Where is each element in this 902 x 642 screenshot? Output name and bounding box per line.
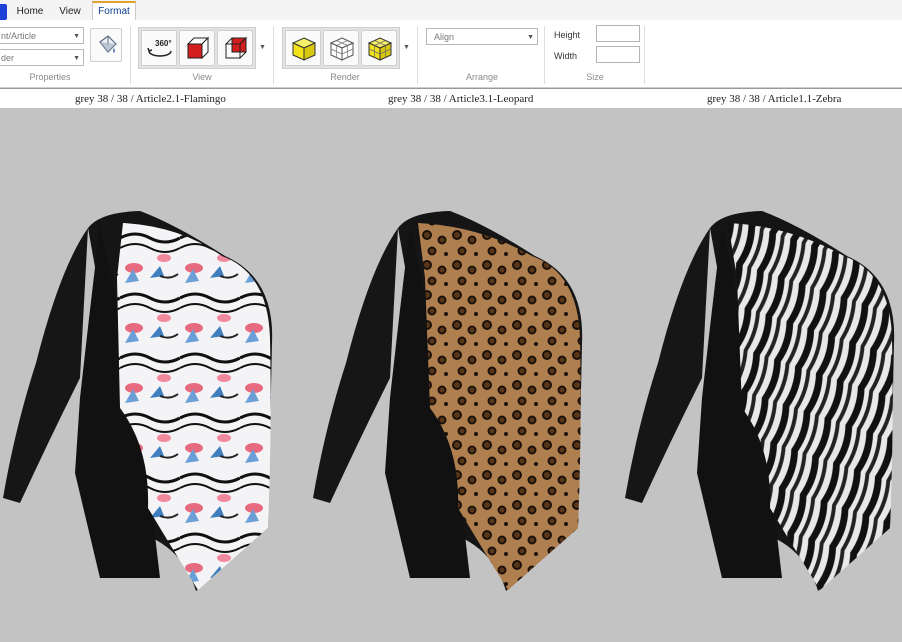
height-input[interactable] [596, 25, 640, 42]
render-more-dropdown[interactable]: ▼ [403, 44, 410, 51]
svg-text:360°: 360° [155, 39, 172, 48]
view-more-dropdown[interactable]: ▼ [259, 44, 266, 51]
group-separator [544, 26, 545, 84]
width-input[interactable] [596, 46, 640, 63]
app-menu-icon[interactable] [0, 4, 7, 20]
group-separator [130, 26, 131, 84]
properties-group-label: Properties [29, 72, 71, 82]
align-combo-value: Align [434, 32, 455, 42]
arrange-group-label: Arrange [465, 72, 499, 82]
view-group-label: View [192, 72, 212, 82]
article-caption-bar: grey 38 / 38 / Article2.1-Flamingo grey … [0, 88, 902, 109]
ribbon-tab-bar: Home View Format [0, 0, 902, 23]
tab-view[interactable]: View [54, 3, 86, 20]
caption-flamingo: grey 38 / 38 / Article2.1-Flamingo [75, 93, 226, 105]
size-group-label: Size [586, 72, 604, 82]
solid-view-button[interactable] [179, 30, 215, 66]
rotate-360-button[interactable]: 360° [141, 30, 177, 66]
caption-leopard: grey 38 / 38 / Article3.1-Leopard [388, 93, 534, 105]
article-combo[interactable]: nt/Article ▼ [0, 27, 84, 44]
cube-wireframe-icon [329, 37, 355, 61]
garment-render-area [3, 211, 895, 591]
height-label: Height [554, 30, 581, 40]
render-textured-button[interactable] [361, 30, 397, 66]
paint-bucket-icon [99, 35, 117, 53]
garment-leopard[interactable] [313, 211, 583, 591]
caption-zebra: grey 38 / 38 / Article1.1-Zebra [707, 93, 842, 105]
chevron-down-icon: ▼ [527, 34, 534, 41]
rotate-360-icon: 360° [147, 39, 172, 57]
cube-yellow-grid-icon [367, 37, 393, 61]
3d-viewport[interactable] [0, 108, 902, 642]
render-mode-combo[interactable]: der ▼ [0, 49, 84, 66]
group-separator [417, 26, 418, 84]
chevron-down-icon: ▼ [73, 55, 80, 62]
cube-red-wire-icon [224, 36, 248, 60]
align-combo[interactable]: Align ▼ [426, 28, 538, 45]
fill-button[interactable] [90, 28, 122, 62]
group-separator [644, 26, 645, 84]
render-shaded-button[interactable] [285, 30, 321, 66]
render-group-label: Render [330, 72, 360, 82]
chevron-down-icon: ▼ [73, 33, 80, 40]
article-combo-value: nt/Article [1, 31, 37, 41]
width-label: Width [554, 51, 578, 61]
ribbon-format-panel: nt/Article ▼ der ▼ Properties 360° ▼ Vie… [0, 20, 902, 88]
render-wireframe-button[interactable] [323, 30, 359, 66]
garment-flamingo[interactable] [3, 211, 273, 591]
wire-view-button[interactable] [217, 30, 253, 66]
tab-home[interactable]: Home [12, 3, 48, 20]
render-mode-combo-value: der [1, 53, 15, 63]
cube-red-solid-icon [186, 36, 210, 60]
group-separator [273, 26, 274, 84]
cube-yellow-icon [291, 37, 317, 61]
garment-zebra[interactable] [625, 211, 895, 591]
